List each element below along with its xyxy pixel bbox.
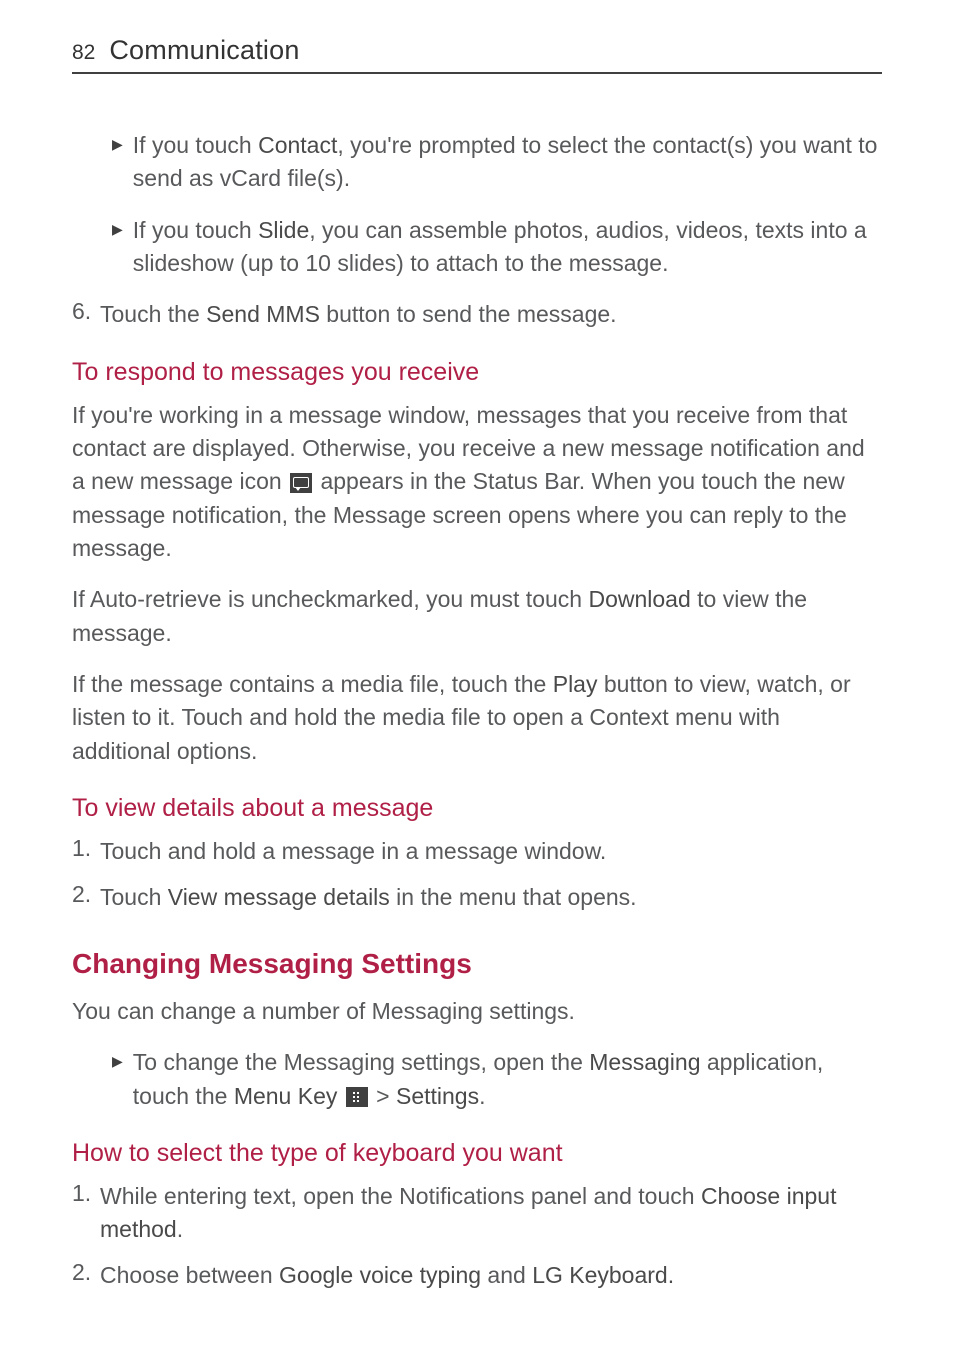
text: Choose between (100, 1262, 279, 1288)
details-step-2: 2. Touch View message details in the men… (72, 881, 882, 914)
contact-label: Contact (258, 132, 337, 158)
text: and (481, 1262, 532, 1288)
changing-heading: Changing Messaging Settings (72, 948, 882, 980)
triangle-bullet-icon: ▶ (112, 136, 123, 153)
text: > (370, 1083, 396, 1109)
respond-p2: If Auto-retrieve is uncheckmarked, you m… (72, 583, 882, 650)
page-header: 82 Communication (72, 35, 882, 74)
text: If Auto-retrieve is uncheckmarked, you m… (72, 586, 588, 612)
bullet-slide: ▶ If you touch Slide, you can assemble p… (72, 214, 882, 281)
bullet-slide-text: If you touch Slide, you can assemble pho… (133, 214, 882, 281)
text (337, 1083, 343, 1109)
text: Touch the (100, 301, 206, 327)
text: If you touch (133, 217, 258, 243)
header-title: Communication (109, 35, 299, 66)
text: Touch (100, 884, 168, 910)
step-number: 1. (72, 1180, 100, 1207)
changing-bullet: ▶ To change the Messaging settings, open… (72, 1046, 882, 1113)
keyboard-step-2-text: Choose between Google voice typing and L… (100, 1259, 674, 1292)
settings-label: Settings (396, 1083, 479, 1109)
triangle-bullet-icon: ▶ (112, 1053, 123, 1070)
messaging-label: Messaging (589, 1049, 700, 1075)
keyboard-step-1: 1. While entering text, open the Notific… (72, 1180, 882, 1247)
text: . (177, 1216, 183, 1242)
details-step-2-text: Touch View message details in the menu t… (100, 881, 637, 914)
page-number: 82 (72, 41, 95, 65)
play-label: Play (553, 671, 598, 697)
text: in the menu that opens. (390, 884, 637, 910)
step-6-text: Touch the Send MMS button to send the me… (100, 298, 617, 331)
step-6: 6. Touch the Send MMS button to send the… (72, 298, 882, 331)
step-number: 1. (72, 835, 100, 862)
bullet-contact: ▶ If you touch Contact, you're prompted … (72, 129, 882, 196)
text: While entering text, open the Notificati… (100, 1183, 701, 1209)
download-label: Download (588, 586, 690, 612)
respond-p3: If the message contains a media file, to… (72, 668, 882, 768)
menu-key-label: Menu Key (234, 1083, 338, 1109)
respond-p1: If you're working in a message window, m… (72, 399, 882, 566)
respond-heading: To respond to messages you receive (72, 358, 882, 387)
text: If you touch (133, 132, 258, 158)
triangle-bullet-icon: ▶ (112, 221, 123, 238)
text: If the message contains a media file, to… (72, 671, 553, 697)
lg-keyboard-label: LG Keyboard. (532, 1262, 674, 1288)
changing-bullets: ▶ To change the Messaging settings, open… (72, 1046, 882, 1113)
text: . (479, 1083, 485, 1109)
top-bullets: ▶ If you touch Contact, you're prompted … (72, 129, 882, 280)
message-icon (290, 473, 312, 493)
step-number: 2. (72, 1259, 100, 1286)
changing-intro: You can change a number of Messaging set… (72, 995, 882, 1028)
menu-key-icon (346, 1087, 368, 1107)
step-number: 6. (72, 298, 100, 325)
bullet-contact-text: If you touch Contact, you're prompted to… (133, 129, 882, 196)
details-step-1-text: Touch and hold a message in a message wi… (100, 835, 606, 868)
text: button to send the message. (320, 301, 617, 327)
keyboard-step-2: 2. Choose between Google voice typing an… (72, 1259, 882, 1292)
details-step-1: 1. Touch and hold a message in a message… (72, 835, 882, 868)
send-mms-label: Send MMS (206, 301, 320, 327)
page-content: 82 Communication ▶ If you touch Contact,… (0, 0, 954, 1354)
changing-bullet-text: To change the Messaging settings, open t… (133, 1046, 882, 1113)
keyboard-heading: How to select the type of keyboard you w… (72, 1139, 882, 1168)
details-heading: To view details about a message (72, 794, 882, 823)
keyboard-step-1-text: While entering text, open the Notificati… (100, 1180, 882, 1247)
step-number: 2. (72, 881, 100, 908)
slide-label: Slide (258, 217, 309, 243)
google-voice-label: Google voice typing (279, 1262, 481, 1288)
view-details-label: View message details (168, 884, 390, 910)
text: To change the Messaging settings, open t… (133, 1049, 589, 1075)
